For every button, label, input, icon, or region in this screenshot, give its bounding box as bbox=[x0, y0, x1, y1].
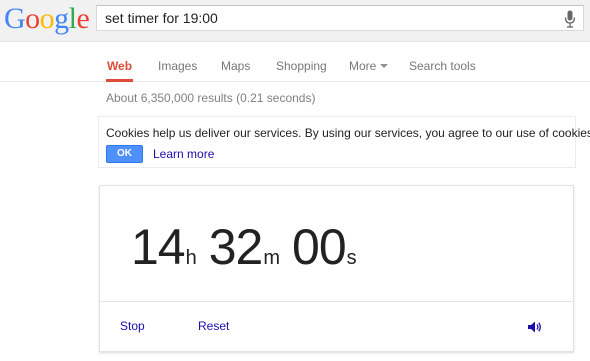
tab-web[interactable]: Web bbox=[106, 43, 133, 82]
tab-label: Web bbox=[106, 59, 133, 73]
ok-button[interactable]: OK bbox=[106, 145, 143, 163]
cookie-notice-text: Cookies help us deliver our services. By… bbox=[106, 126, 590, 140]
timer-minutes-unit: m bbox=[263, 247, 281, 269]
microphone-icon[interactable] bbox=[564, 10, 576, 28]
timer-display: 14h 32m 00s bbox=[131, 217, 357, 277]
timer-seconds-unit: s bbox=[346, 247, 357, 269]
tab-more[interactable]: More bbox=[349, 43, 389, 82]
logo-letter: G bbox=[4, 2, 26, 35]
timer-minutes: 32 bbox=[208, 219, 264, 275]
logo-letter: g bbox=[54, 2, 69, 35]
search-box bbox=[96, 5, 584, 31]
stop-button[interactable]: Stop bbox=[120, 319, 145, 333]
tab-shopping[interactable]: Shopping bbox=[276, 43, 327, 82]
timer-hours-unit: h bbox=[185, 247, 197, 269]
caret-down-icon bbox=[380, 64, 389, 68]
result-stats: About 6,350,000 results (0.21 seconds) bbox=[106, 91, 316, 105]
search-tabs: Web Images Maps Shopping More Search too… bbox=[0, 43, 590, 82]
card-divider bbox=[100, 301, 573, 302]
google-logo[interactable]: Google bbox=[4, 1, 90, 37]
timer-seconds: 00 bbox=[292, 219, 347, 275]
tab-maps[interactable]: Maps bbox=[221, 43, 250, 82]
tab-label: More bbox=[349, 59, 377, 73]
logo-letter: o bbox=[25, 2, 40, 35]
search-input[interactable] bbox=[97, 6, 557, 30]
logo-letter: o bbox=[39, 2, 55, 35]
reset-button[interactable]: Reset bbox=[198, 319, 229, 333]
speaker-icon[interactable] bbox=[528, 321, 542, 333]
tab-label: Maps bbox=[221, 59, 251, 73]
timer-card: 14h 32m 00s Stop Reset bbox=[99, 185, 574, 352]
logo-letter: l bbox=[68, 2, 77, 35]
logo-letter: e bbox=[76, 2, 90, 35]
cookie-notice: Cookies help us deliver our services. By… bbox=[98, 116, 590, 168]
tab-label: Images bbox=[158, 59, 198, 73]
tab-images[interactable]: Images bbox=[158, 43, 197, 82]
timer-hours: 14 bbox=[131, 219, 186, 275]
tab-label: Shopping bbox=[276, 59, 327, 73]
tab-label: Search tools bbox=[409, 59, 476, 73]
tab-search-tools[interactable]: Search tools bbox=[409, 43, 476, 82]
learn-more-link[interactable]: Learn more bbox=[153, 147, 214, 161]
search-header: Google bbox=[0, 0, 590, 42]
